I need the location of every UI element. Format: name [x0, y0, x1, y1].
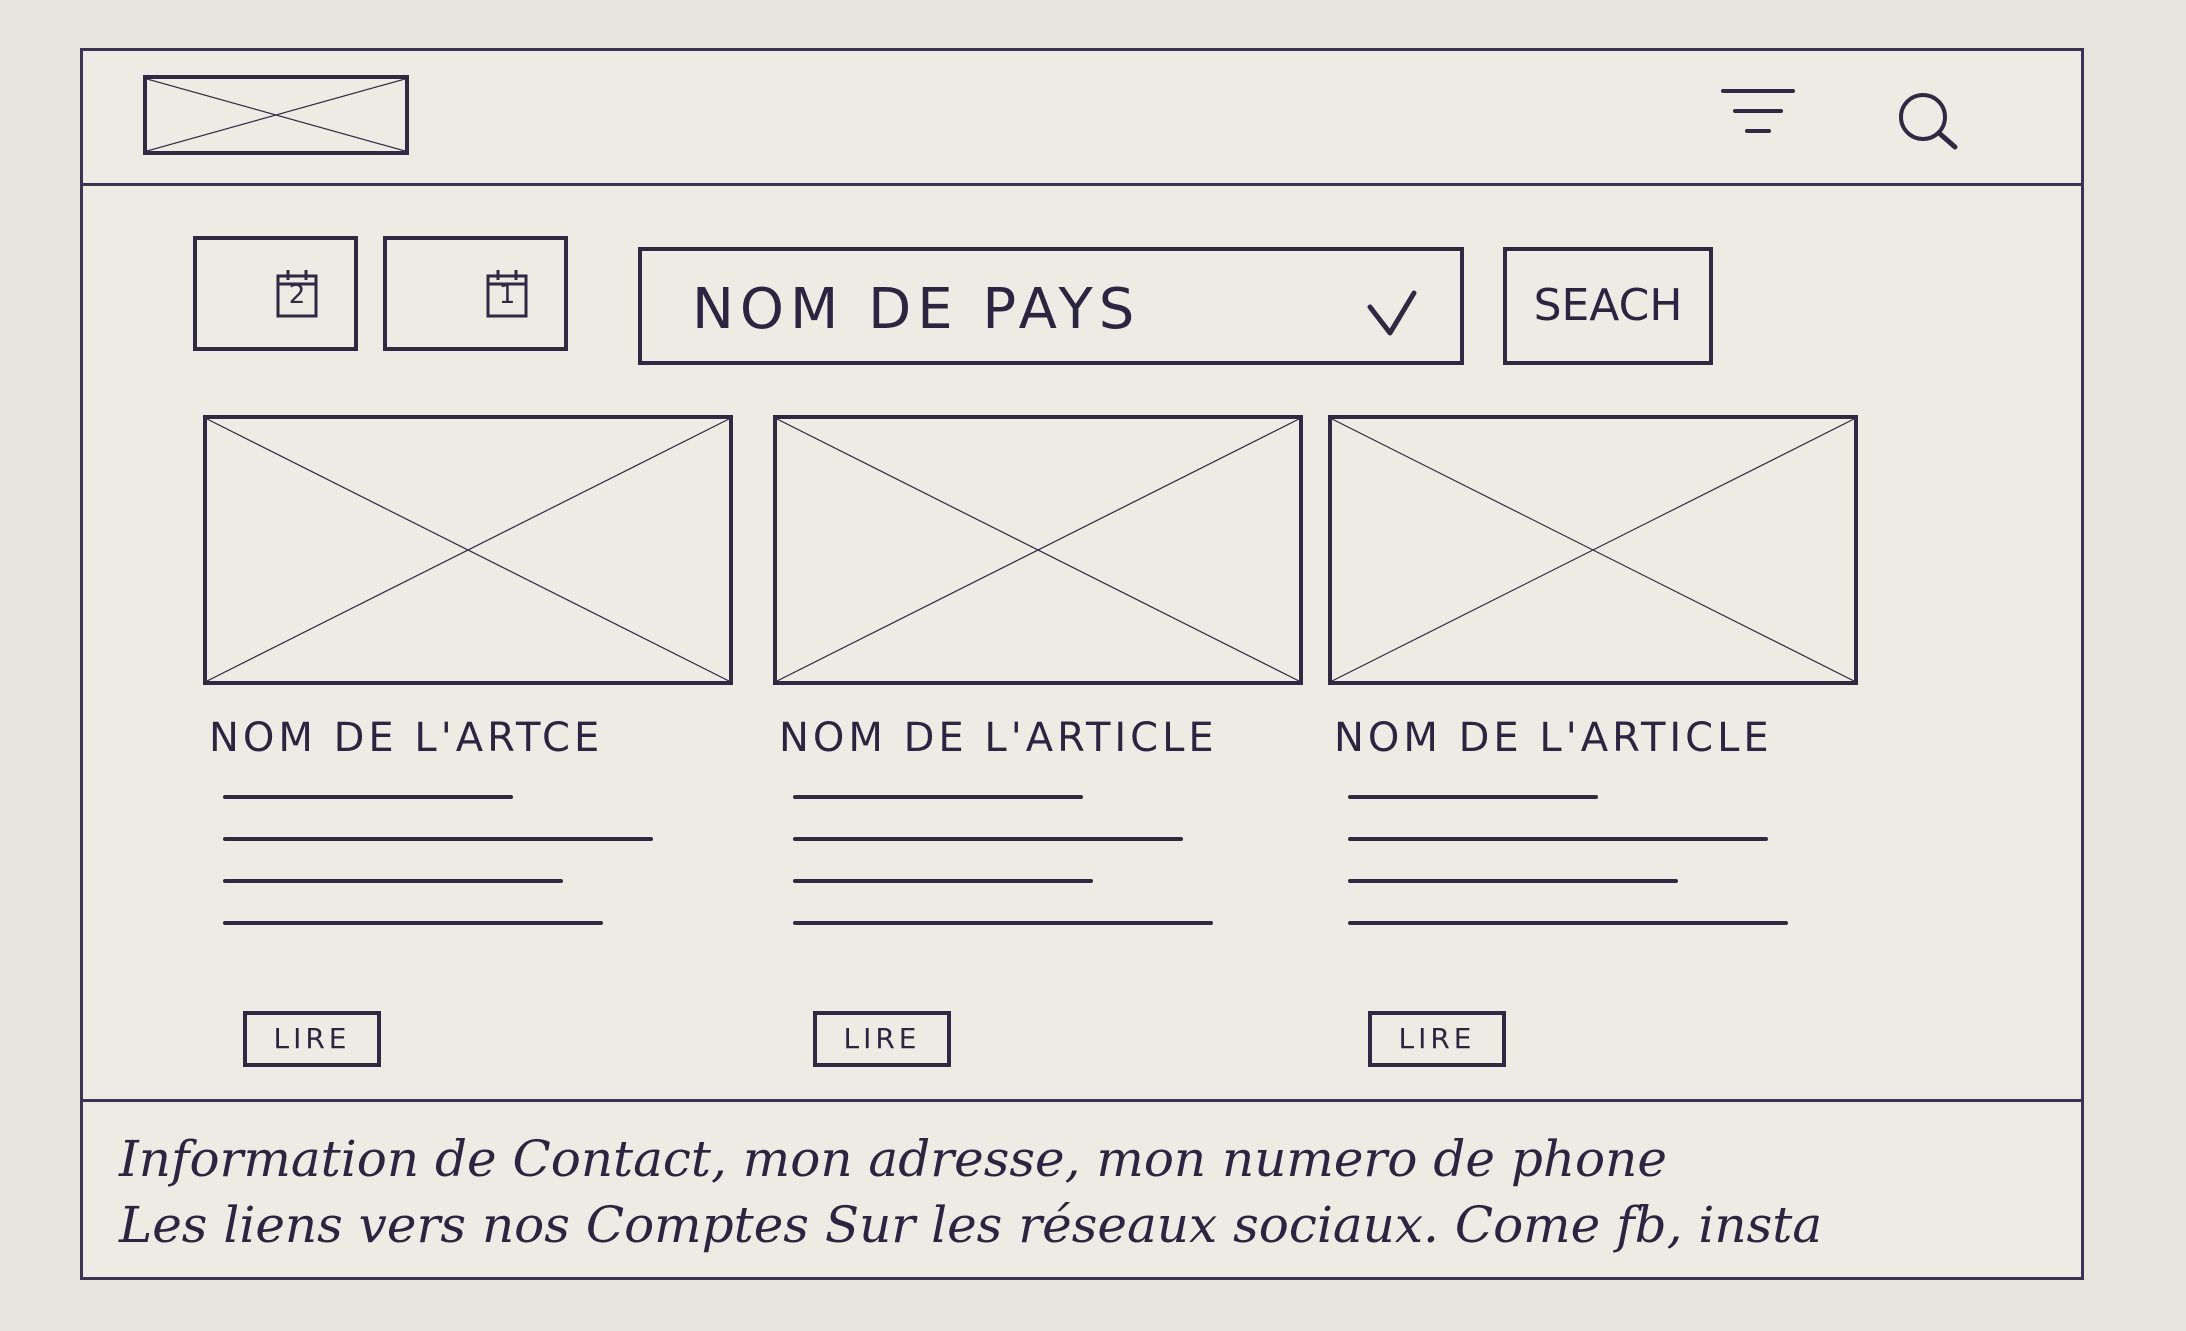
article-image-placeholder	[203, 415, 733, 685]
site-header	[83, 51, 2081, 186]
image-placeholder-icon	[777, 419, 1299, 681]
article-title: NOM DE L'ARTCE	[209, 715, 604, 761]
chevron-down-icon	[1364, 285, 1420, 341]
search-icon[interactable]	[1883, 75, 1973, 165]
text-line	[1348, 795, 1598, 799]
date-to-field[interactable]: 1	[383, 236, 568, 351]
text-line	[1348, 879, 1678, 883]
calendar-icon: 2	[275, 268, 319, 320]
article-image-placeholder	[1328, 415, 1858, 685]
text-line	[793, 795, 1083, 799]
wireframe-page: 2 1 NOM DE PAYS SEACH NOM DE L'ARTCE LIR…	[80, 48, 2084, 1280]
article-card: NOM DE L'ARTICLE LIRE	[1328, 415, 1868, 1067]
text-line	[793, 879, 1093, 883]
date-from-day: 2	[288, 280, 306, 310]
text-line	[223, 837, 653, 841]
article-excerpt-placeholder	[793, 795, 1233, 963]
logo-placeholder[interactable]	[143, 75, 409, 155]
site-footer: Information de Contact, mon adresse, mon…	[83, 1099, 2081, 1283]
filter-icon[interactable]	[1713, 71, 1803, 161]
article-title: NOM DE L'ARTICLE	[1334, 715, 1773, 761]
footer-contact-info: Information de Contact, mon adresse, mon…	[119, 1130, 1667, 1188]
read-article-button[interactable]: LIRE	[243, 1011, 381, 1067]
calendar-icon: 1	[485, 268, 529, 320]
footer-social-links: Les liens vers nos Comptes Sur les résea…	[119, 1196, 1823, 1254]
read-article-button[interactable]: LIRE	[1368, 1011, 1506, 1067]
search-button[interactable]: SEACH	[1503, 247, 1713, 365]
text-line	[223, 795, 513, 799]
article-excerpt-placeholder	[223, 795, 663, 963]
article-title: NOM DE L'ARTICLE	[779, 715, 1218, 761]
article-card: NOM DE L'ARTICLE LIRE	[773, 415, 1313, 1067]
article-card: NOM DE L'ARTCE LIRE	[203, 415, 743, 1067]
image-placeholder-icon	[207, 419, 729, 681]
date-to-day: 1	[498, 280, 516, 310]
read-article-button[interactable]: LIRE	[813, 1011, 951, 1067]
text-line	[1348, 837, 1768, 841]
text-line	[223, 879, 563, 883]
article-image-placeholder	[773, 415, 1303, 685]
date-from-field[interactable]: 2	[193, 236, 358, 351]
text-line	[1348, 921, 1788, 925]
text-line	[793, 837, 1183, 841]
image-placeholder-icon	[1332, 419, 1854, 681]
country-select[interactable]: NOM DE PAYS	[638, 247, 1464, 365]
article-excerpt-placeholder	[1348, 795, 1788, 963]
text-line	[223, 921, 603, 925]
image-placeholder-icon	[147, 79, 405, 151]
country-select-value: NOM DE PAYS	[692, 277, 1141, 342]
text-line	[793, 921, 1213, 925]
